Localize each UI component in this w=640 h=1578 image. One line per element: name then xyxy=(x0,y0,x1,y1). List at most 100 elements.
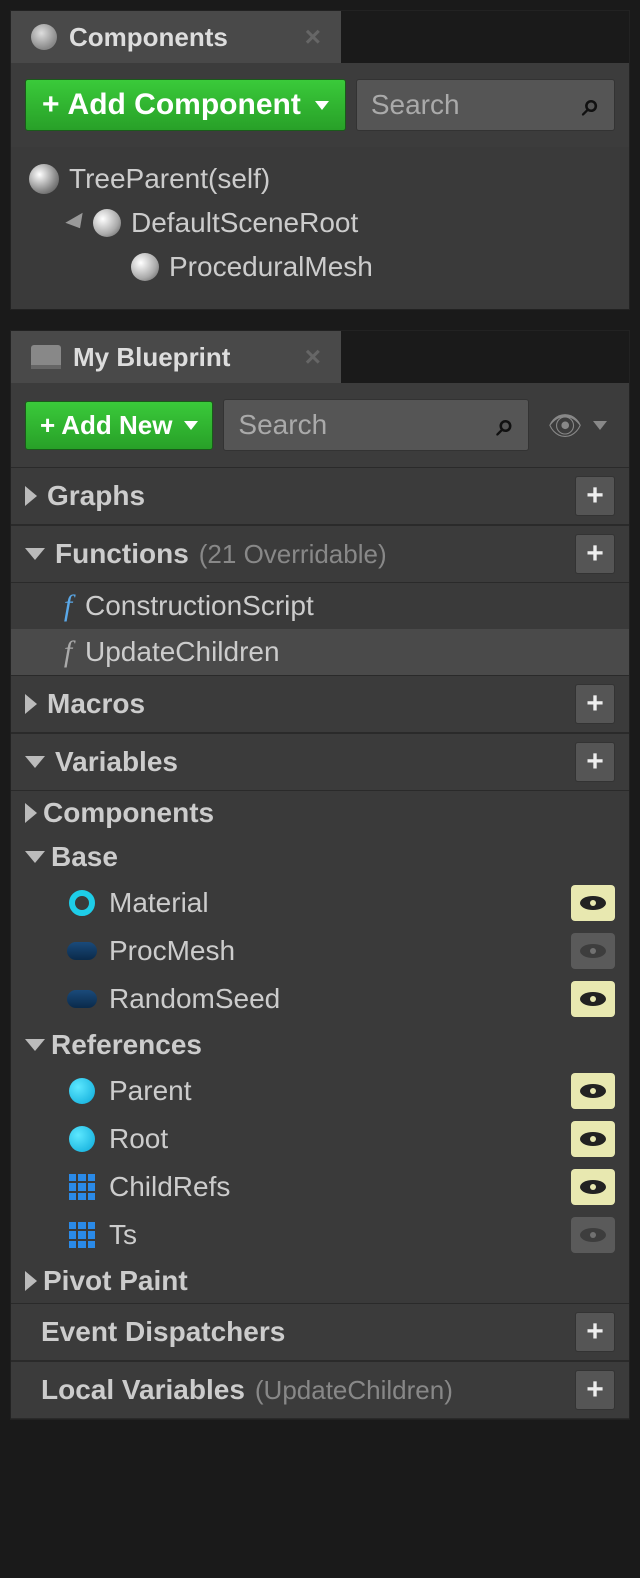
variable-childrefs[interactable]: ChildRefs xyxy=(11,1163,629,1211)
collapse-icon[interactable] xyxy=(25,1271,37,1291)
visibility-toggle[interactable] xyxy=(571,981,615,1017)
blueprint-search-input[interactable]: Search ⌕ xyxy=(223,399,529,451)
category-local-variables[interactable]: Local Variables (UpdateChildren) + xyxy=(11,1361,629,1419)
category-functions[interactable]: Functions (21 Overridable) + xyxy=(11,525,629,583)
functions-label: Functions xyxy=(55,538,189,570)
visibility-toggle[interactable] xyxy=(571,933,615,969)
category-macros[interactable]: Macros + xyxy=(11,675,629,733)
blueprint-tab[interactable]: My Blueprint × xyxy=(11,331,341,383)
gear-icon xyxy=(31,24,57,50)
child-label: ProceduralMesh xyxy=(169,251,373,283)
add-component-label: Add Component xyxy=(68,88,301,122)
subcat-label: References xyxy=(51,1029,202,1061)
variable-label: Ts xyxy=(109,1219,137,1251)
array-icon xyxy=(67,1172,97,1202)
macros-label: Macros xyxy=(47,688,145,720)
function-item-construction[interactable]: f ConstructionScript xyxy=(11,583,629,629)
disclosure-icon[interactable] xyxy=(65,213,88,233)
variable-label: Root xyxy=(109,1123,168,1155)
blueprint-toolbar: + Add New Search ⌕ 👁 xyxy=(11,383,629,467)
search-placeholder: Search xyxy=(238,409,327,441)
category-event-dispatchers[interactable]: Event Dispatchers + xyxy=(11,1303,629,1361)
tree-scene-root-row[interactable]: DefaultSceneRoot xyxy=(11,201,629,245)
subcategory-components[interactable]: Components xyxy=(11,791,629,835)
add-variable-button[interactable]: + xyxy=(575,742,615,782)
variable-label: ProcMesh xyxy=(109,935,235,967)
subcategory-pivot-paint[interactable]: Pivot Paint xyxy=(11,1259,629,1303)
add-localvar-button[interactable]: + xyxy=(575,1370,615,1410)
variable-label: ChildRefs xyxy=(109,1171,230,1203)
graphs-label: Graphs xyxy=(47,480,145,512)
subcategory-base[interactable]: Base xyxy=(11,835,629,879)
search-icon: ⌕ xyxy=(497,406,515,444)
search-placeholder: Search xyxy=(371,89,460,121)
variables-label: Variables xyxy=(55,746,178,778)
chevron-down-icon xyxy=(315,101,329,110)
visibility-toggle[interactable] xyxy=(571,1169,615,1205)
add-graph-button[interactable]: + xyxy=(575,476,615,516)
event-dispatchers-label: Event Dispatchers xyxy=(41,1316,285,1348)
variable-root[interactable]: Root xyxy=(11,1115,629,1163)
collapse-icon[interactable] xyxy=(25,694,37,714)
scene-icon xyxy=(131,253,159,281)
variable-label: RandomSeed xyxy=(109,983,280,1015)
subcat-label: Pivot Paint xyxy=(43,1265,188,1297)
visibility-toggle[interactable] xyxy=(571,885,615,921)
variable-parent[interactable]: Parent xyxy=(11,1067,629,1115)
components-tree: TreeParent(self) DefaultSceneRoot Proced… xyxy=(11,147,629,309)
scene-icon xyxy=(93,209,121,237)
local-variables-label: Local Variables xyxy=(41,1374,245,1406)
add-macro-button[interactable]: + xyxy=(575,684,615,724)
object-icon xyxy=(67,936,97,966)
tree-root-row[interactable]: TreeParent(self) xyxy=(11,157,629,201)
variable-label: Parent xyxy=(109,1075,192,1107)
variable-randomseed[interactable]: RandomSeed xyxy=(11,975,629,1023)
variable-procmesh[interactable]: ProcMesh xyxy=(11,927,629,975)
scene-root-label: DefaultSceneRoot xyxy=(131,207,358,239)
visibility-toggle[interactable] xyxy=(571,1217,615,1253)
visibility-toggle[interactable] xyxy=(571,1073,615,1109)
plus-icon: + xyxy=(42,88,60,122)
blueprint-tab-bar: My Blueprint × xyxy=(11,331,629,383)
chevron-down-icon xyxy=(593,421,607,430)
add-new-label: Add New xyxy=(61,410,172,441)
object-ref-icon xyxy=(67,1124,97,1154)
visibility-toggle[interactable] xyxy=(571,1121,615,1157)
components-toolbar: + Add Component Search ⌕ xyxy=(11,63,629,147)
eye-icon: 👁 xyxy=(547,409,583,442)
local-variables-context: (UpdateChildren) xyxy=(255,1375,453,1406)
variable-ts[interactable]: Ts xyxy=(11,1211,629,1259)
expand-icon[interactable] xyxy=(25,851,45,863)
object-icon xyxy=(67,984,97,1014)
components-tab[interactable]: Components × xyxy=(11,11,341,63)
variable-material[interactable]: Material xyxy=(11,879,629,927)
visibility-filter-dropdown[interactable]: 👁 xyxy=(539,409,615,442)
close-icon[interactable]: × xyxy=(305,341,321,373)
expand-icon[interactable] xyxy=(25,756,45,768)
subcategory-references[interactable]: References xyxy=(11,1023,629,1067)
expand-icon[interactable] xyxy=(25,548,45,560)
tree-child-row[interactable]: ProceduralMesh xyxy=(11,245,629,289)
actor-icon xyxy=(29,164,59,194)
function-icon: f xyxy=(51,589,85,623)
search-icon: ⌕ xyxy=(582,86,600,124)
components-search-input[interactable]: Search ⌕ xyxy=(356,79,615,131)
blueprint-tab-label: My Blueprint xyxy=(73,342,230,373)
chevron-down-icon xyxy=(184,421,198,430)
collapse-icon[interactable] xyxy=(25,486,37,506)
add-dispatcher-button[interactable]: + xyxy=(575,1312,615,1352)
add-new-button[interactable]: + Add New xyxy=(25,401,213,450)
array-icon xyxy=(67,1220,97,1250)
category-graphs[interactable]: Graphs + xyxy=(11,467,629,525)
add-component-button[interactable]: + Add Component xyxy=(25,79,346,131)
close-icon[interactable]: × xyxy=(305,21,321,53)
function-item-updatechildren[interactable]: f UpdateChildren xyxy=(11,629,629,675)
blueprint-panel: My Blueprint × + Add New Search ⌕ 👁 Grap… xyxy=(10,330,630,1420)
plus-icon: + xyxy=(40,410,55,441)
collapse-icon[interactable] xyxy=(25,803,37,823)
add-function-button[interactable]: + xyxy=(575,534,615,574)
category-variables[interactable]: Variables + xyxy=(11,733,629,791)
components-panel: Components × + Add Component Search ⌕ Tr… xyxy=(10,10,630,310)
expand-icon[interactable] xyxy=(25,1039,45,1051)
root-label: TreeParent(self) xyxy=(69,163,270,195)
